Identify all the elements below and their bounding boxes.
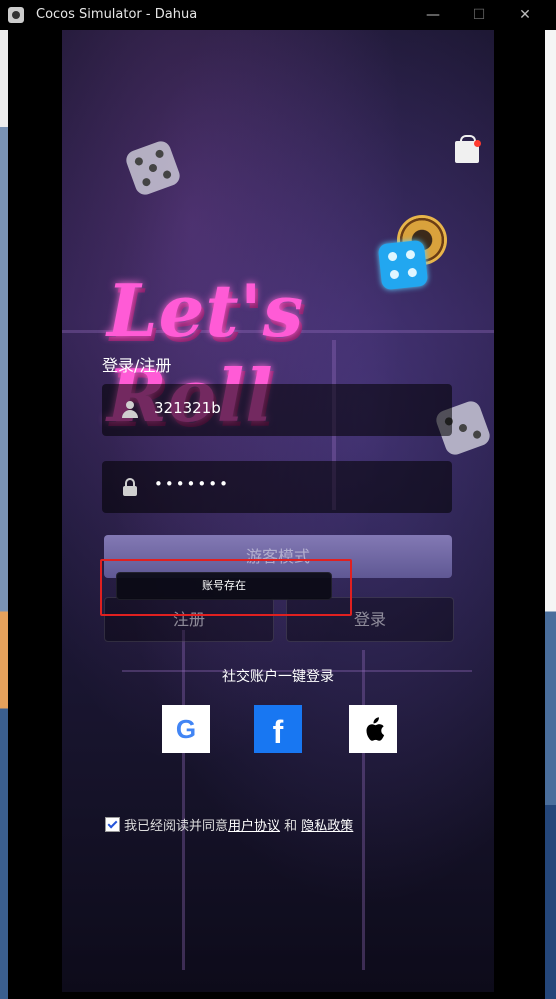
agreement-and: 和: [280, 819, 302, 834]
social-login-title: 社交账户一键登录: [222, 669, 334, 685]
password-field[interactable]: •••••••: [102, 461, 452, 513]
notification-dot: [474, 140, 481, 147]
agreement-prefix: 我已经阅读并同意: [124, 819, 229, 834]
app-icon: [8, 7, 24, 23]
apple-login-button[interactable]: [349, 705, 397, 753]
maximize-button[interactable]: ☐: [456, 0, 502, 30]
background-line: [362, 650, 365, 970]
username-field[interactable]: 321321b: [102, 384, 452, 436]
facebook-icon: f: [272, 714, 284, 750]
privacy-policy-link[interactable]: 隐私政策: [301, 819, 353, 834]
lock-icon: [122, 478, 138, 496]
dice-decoration: [123, 138, 183, 198]
facebook-login-button[interactable]: f: [254, 705, 302, 753]
username-value[interactable]: 321321b: [154, 399, 221, 417]
google-login-button[interactable]: G: [162, 705, 210, 753]
apple-icon: [349, 705, 397, 753]
desktop-background-left: [0, 30, 8, 999]
agreement-row: 我已经阅读并同意用户协议 和 隐私政策: [105, 815, 353, 834]
minimize-button[interactable]: —: [410, 0, 456, 30]
close-button[interactable]: ✕: [502, 0, 548, 30]
user-agreement-link[interactable]: 用户协议: [228, 819, 280, 834]
window-titlebar: Cocos Simulator - Dahua — ☐ ✕: [0, 0, 556, 30]
highlight-annotation: [100, 559, 352, 616]
desktop-background-right: [545, 30, 556, 999]
google-icon: G: [175, 714, 197, 744]
user-icon: [122, 401, 138, 419]
agreement-checkbox[interactable]: [105, 817, 120, 832]
game-viewport: Let's Roll 登录/注册 321321b ••••••• 游客模式 注册…: [62, 30, 494, 992]
window-title: Cocos Simulator - Dahua: [36, 7, 198, 22]
login-title: 登录/注册: [102, 356, 172, 375]
password-value[interactable]: •••••••: [154, 475, 230, 493]
